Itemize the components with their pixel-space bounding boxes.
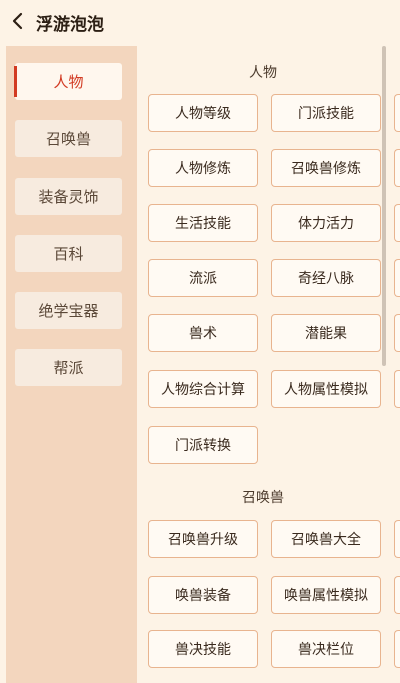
grid-button[interactable]: 兽决技能: [148, 630, 258, 668]
section-title: 人物: [249, 65, 277, 81]
grid-button[interactable]: 召唤兽升级: [148, 520, 258, 558]
chevron-left-icon: [12, 12, 23, 30]
grid-button[interactable]: 生活技能: [148, 204, 258, 242]
grid-button[interactable]: 奇经八脉: [271, 259, 381, 297]
grid-button-partial[interactable]: [394, 259, 400, 297]
grid-button-partial[interactable]: [394, 520, 400, 558]
top-bar: 浮游泡泡: [0, 0, 400, 42]
grid-button[interactable]: 人物修炼: [148, 149, 258, 187]
grid-button[interactable]: 流派: [148, 259, 258, 297]
grid-button-partial[interactable]: [394, 370, 400, 408]
grid-button[interactable]: 唤兽属性模拟: [271, 576, 381, 614]
grid-button[interactable]: 召唤兽修炼: [271, 149, 381, 187]
grid-button-partial[interactable]: [394, 314, 400, 352]
grid-button[interactable]: 人物等级: [148, 94, 258, 132]
sidebar-item-treasures[interactable]: 绝学宝器: [15, 292, 122, 329]
grid-button-partial[interactable]: [394, 630, 400, 668]
category-sidebar: 人物 召唤兽 装备灵饰 百科 绝学宝器 帮派: [6, 46, 137, 683]
sidebar-item-encyclopedia[interactable]: 百科: [15, 235, 122, 272]
grid-button[interactable]: 门派技能: [271, 94, 381, 132]
grid-button[interactable]: 门派转换: [148, 426, 258, 464]
grid-button[interactable]: 体力活力: [271, 204, 381, 242]
grid-button[interactable]: 召唤兽大全: [271, 520, 381, 558]
grid-button-partial[interactable]: [394, 94, 400, 132]
grid-button[interactable]: 兽术: [148, 314, 258, 352]
scrollbar[interactable]: [382, 46, 386, 366]
grid-button-partial[interactable]: [394, 576, 400, 614]
section-title: 召唤兽: [242, 490, 284, 506]
grid-button[interactable]: 潜能果: [271, 314, 381, 352]
sidebar-item-equipment[interactable]: 装备灵饰: [15, 178, 122, 215]
sidebar-item-summon[interactable]: 召唤兽: [15, 120, 122, 157]
grid-button-partial[interactable]: [394, 149, 400, 187]
back-button[interactable]: [6, 8, 28, 34]
grid-button[interactable]: 唤兽装备: [148, 576, 258, 614]
grid-button[interactable]: 兽决栏位: [271, 630, 381, 668]
sidebar-item-character[interactable]: 人物: [14, 63, 122, 100]
page-title: 浮游泡泡: [36, 15, 104, 35]
grid-button[interactable]: 人物综合计算: [148, 370, 258, 408]
sidebar-item-guild[interactable]: 帮派: [15, 349, 122, 386]
grid-button[interactable]: 人物属性模拟: [271, 370, 381, 408]
content-panel: 人物 人物等级 门派技能 人物修炼 召唤兽修炼 生活技能 体力活力 流派 奇经八…: [138, 46, 400, 683]
grid-button-partial[interactable]: [394, 204, 400, 242]
